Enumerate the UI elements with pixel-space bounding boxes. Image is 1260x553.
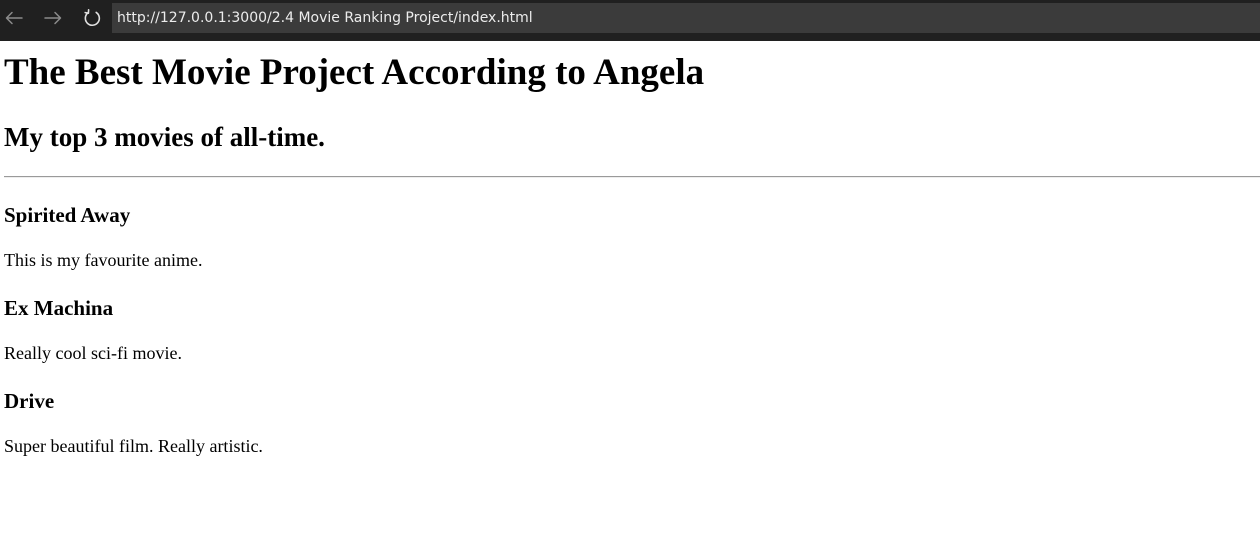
movie-title: Spirited Away bbox=[4, 203, 131, 227]
movie-description: Super beautiful film. Really artistic. bbox=[4, 436, 263, 456]
page-title: The Best Movie Project According to Ange… bbox=[4, 52, 705, 93]
reload-button[interactable] bbox=[81, 8, 103, 28]
address-bar[interactable]: http://127.0.0.1:3000/2.4 Movie Ranking … bbox=[112, 3, 1260, 33]
arrow-left-icon bbox=[5, 11, 23, 25]
movie-title: Ex Machina bbox=[4, 296, 114, 320]
page-subtitle: My top 3 movies of all-time. bbox=[4, 122, 325, 152]
forward-button[interactable] bbox=[42, 8, 64, 28]
movie-description: This is my favourite anime. bbox=[4, 250, 203, 270]
url-text: http://127.0.0.1:3000/2.4 Movie Ranking … bbox=[117, 10, 533, 26]
page-content: The Best Movie Project According to Ange… bbox=[0, 41, 1260, 553]
movie-description: Really cool sci-fi movie. bbox=[4, 343, 182, 363]
back-button[interactable] bbox=[3, 8, 25, 28]
browser-toolbar: http://127.0.0.1:3000/2.4 Movie Ranking … bbox=[0, 0, 1260, 41]
reload-icon bbox=[84, 9, 101, 26]
movie-title: Drive bbox=[4, 389, 55, 413]
arrow-right-icon bbox=[44, 11, 62, 25]
horizontal-rule bbox=[4, 176, 1260, 178]
